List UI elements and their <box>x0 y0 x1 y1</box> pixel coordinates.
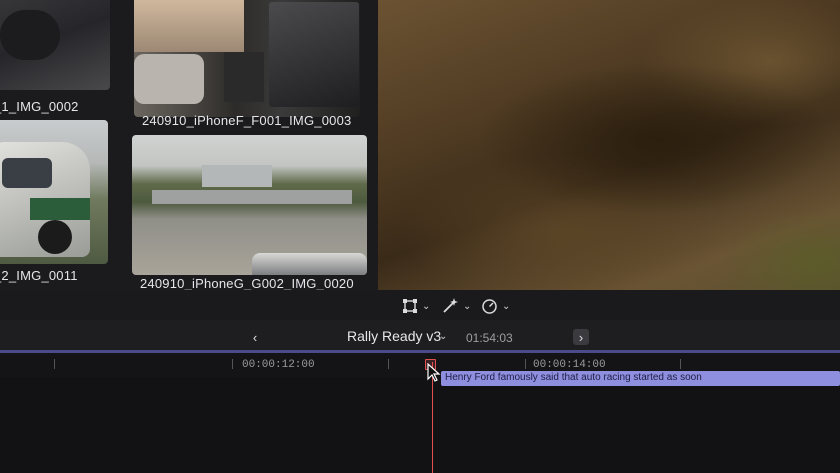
clip-thumbnail[interactable] <box>0 0 110 90</box>
final-cut-window: _1_IMG_0002 240910_iPhoneF_F001_IMG_0003… <box>0 0 840 473</box>
chevron-down-icon: ⌄ <box>502 300 511 312</box>
magic-wand-icon <box>443 298 458 313</box>
clip-thumbnail[interactable] <box>0 120 108 264</box>
clip-label: 240910_iPhoneG_G002_IMG_0020 <box>140 276 354 291</box>
transform-tool-button[interactable]: ⌄ <box>402 296 430 316</box>
chevron-down-icon: ⌄ <box>422 300 431 312</box>
ruler-timecode: 00:00:12:00 <box>242 359 315 371</box>
clip-label: _1_IMG_0002 <box>0 99 79 114</box>
timeline-back-button[interactable]: ‹ <box>247 329 263 345</box>
timeline-forward-button[interactable]: › <box>573 329 589 345</box>
caption-text: Henry Ford famously said that auto racin… <box>445 372 702 383</box>
ruler-tick <box>232 359 233 369</box>
clip-thumbnail[interactable] <box>134 0 360 117</box>
clip-thumbnail[interactable] <box>132 135 367 275</box>
clip-label: _2_IMG_0011 <box>0 268 78 283</box>
chevron-right-icon: › <box>578 329 584 345</box>
enhance-tool-button[interactable]: ⌄ <box>441 296 471 316</box>
project-name[interactable]: Rally Ready v3 <box>347 328 441 344</box>
speed-gauge-icon <box>482 298 497 314</box>
project-duration: 01:54:03 <box>466 331 513 345</box>
caption-clip[interactable]: Henry Ford famously said that auto racin… <box>441 371 840 386</box>
ruler-tick <box>388 359 389 369</box>
ruler-timecode: 00:00:14:00 <box>533 359 606 371</box>
chevron-down-icon[interactable]: ⌄ <box>439 331 447 342</box>
ruler-tick <box>525 359 526 369</box>
clip-label: 240910_iPhoneF_F001_IMG_0003 <box>142 113 352 128</box>
clip-browser: _1_IMG_0002 240910_iPhoneF_F001_IMG_0003… <box>0 0 385 292</box>
ruler-tick <box>54 359 55 369</box>
transform-icon <box>403 299 417 313</box>
chevron-down-icon: ⌄ <box>463 300 472 312</box>
viewer-frame[interactable] <box>378 0 840 308</box>
ruler-tick <box>680 359 681 369</box>
mouse-cursor-icon <box>427 363 441 382</box>
retime-tool-button[interactable]: ⌄ <box>481 296 510 316</box>
timeline-track-area[interactable] <box>0 377 840 473</box>
chevron-left-icon: ‹ <box>252 329 258 345</box>
